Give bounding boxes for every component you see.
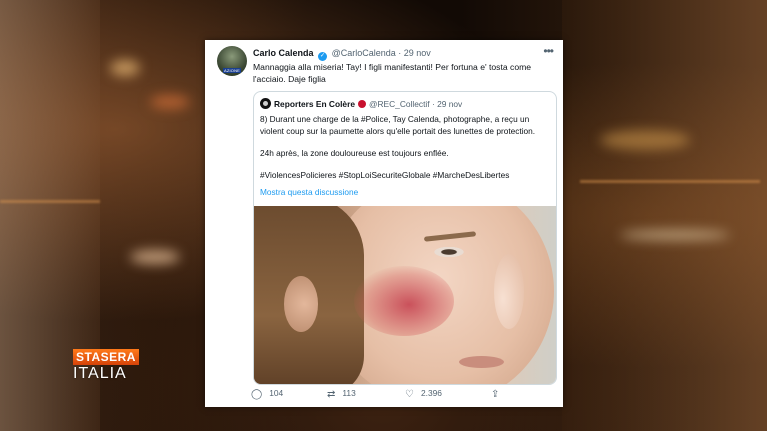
quoted-author-avatar xyxy=(260,98,271,109)
verified-icon: ✓ xyxy=(318,52,328,61)
logo-top-text: STASERA xyxy=(73,349,139,365)
share-button[interactable]: ⇪ xyxy=(491,388,506,400)
reply-icon: ◯ xyxy=(251,389,263,400)
quoted-author-handle: @REC_Collectif xyxy=(368,99,430,109)
logo-bottom-text: ITALIA xyxy=(73,365,127,382)
author-name[interactable]: Carlo Calenda xyxy=(253,48,314,58)
photo-bruise xyxy=(354,266,454,336)
tweet-header: Carlo Calenda ✓ @CarloCalenda · 29 nov xyxy=(253,48,431,61)
quoted-tweet-header: Reporters En Colère @REC_Collectif · 29 n… xyxy=(260,98,462,109)
show-thread-link[interactable]: Mostra questa discussione xyxy=(260,187,358,197)
reply-button[interactable]: ◯ 104 xyxy=(251,388,283,400)
stasera-italia-logo: STASERA ITALIA xyxy=(73,348,153,388)
avatar-label: AZIONE xyxy=(223,68,241,73)
quoted-hashtags[interactable]: #ViolencesPolicieres #StopLoiSecuriteGlo… xyxy=(260,169,550,181)
share-icon: ⇪ xyxy=(491,389,500,400)
quoted-tweet-date: 29 nov xyxy=(437,99,463,109)
background-light xyxy=(130,250,180,264)
retweet-icon: ⇄ xyxy=(327,389,336,400)
background-right-panel xyxy=(562,0,767,431)
like-count: 2.396 xyxy=(420,388,442,398)
tweet-actions: ◯ 104 ⇄ 113 ♡ 2.396 ⇪ xyxy=(251,388,553,404)
tweet-text: Mannaggia alla miseria! Tay! I figli man… xyxy=(253,62,532,84)
background-shelf xyxy=(580,180,760,183)
background-shelf xyxy=(0,200,100,203)
retweet-button[interactable]: ⇄ 113 xyxy=(327,388,356,400)
tweet-card: AZIONE Carlo Calenda ✓ @CarloCalenda · 2… xyxy=(205,40,563,407)
photo-nose xyxy=(494,254,524,329)
quoted-tweet-text: 8) Durant une charge de la #Police, Tay … xyxy=(260,113,550,191)
red-circle-icon xyxy=(357,100,366,108)
background-light xyxy=(110,60,140,76)
photo-ear xyxy=(284,276,318,332)
reply-count: 104 xyxy=(269,388,284,398)
photo-lips xyxy=(459,356,504,368)
author-avatar[interactable]: AZIONE xyxy=(217,46,247,76)
quoted-author-name: Reporters En Colère xyxy=(274,99,355,109)
tweet-date[interactable]: 29 nov xyxy=(404,48,431,58)
heart-icon: ♡ xyxy=(405,389,414,400)
photo-eye xyxy=(432,246,466,258)
background-light xyxy=(600,130,690,150)
background-light xyxy=(150,95,190,109)
header-separator: · xyxy=(429,99,438,109)
quoted-paragraph: 8) Durant une charge de la #Police, Tay … xyxy=(260,114,536,136)
quoted-photo[interactable] xyxy=(254,206,556,384)
retweet-count: 113 xyxy=(342,388,356,398)
quoted-tweet[interactable]: Reporters En Colère @REC_Collectif · 29 n… xyxy=(253,91,557,385)
author-handle[interactable]: @CarloCalenda xyxy=(332,48,396,58)
quoted-paragraph: 24h après, la zone douloureuse est toujo… xyxy=(260,148,449,158)
background-light xyxy=(620,230,730,240)
like-button[interactable]: ♡ 2.396 xyxy=(405,388,442,400)
more-options-icon[interactable]: ••• xyxy=(543,44,554,58)
